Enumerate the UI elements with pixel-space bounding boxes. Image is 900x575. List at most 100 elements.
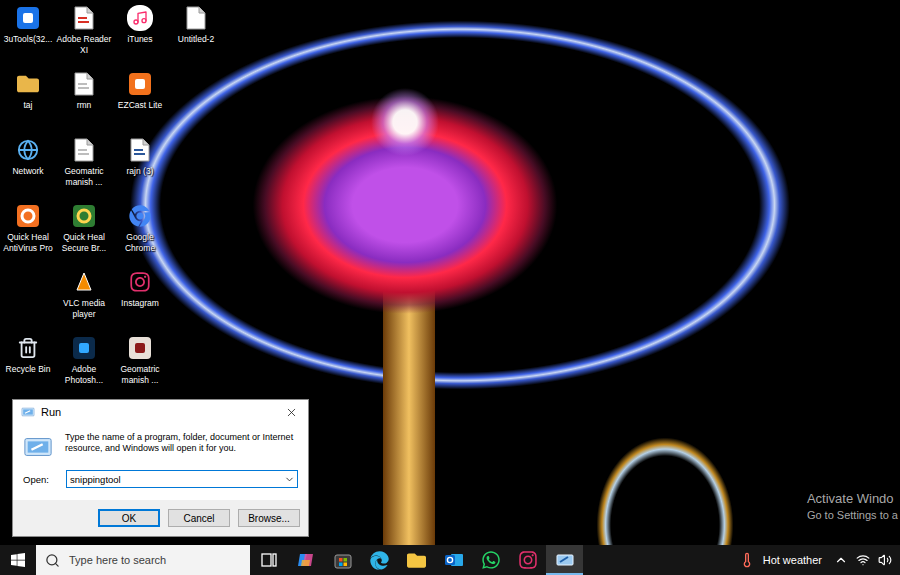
secure-browser-icon — [72, 204, 96, 228]
recycle-bin-icon — [17, 337, 39, 359]
dialog-button[interactable]: Cancel — [168, 509, 230, 527]
copilot-icon — [296, 550, 316, 570]
system-tray: Hot weather — [739, 545, 900, 575]
taskbar-app[interactable] — [509, 545, 546, 575]
open-row: Open: snippingtool — [23, 470, 298, 488]
desktop-icon-grid: 3uTools(32...Adobe Reader XIiTunesUntitl… — [0, 0, 900, 399]
close-icon — [285, 406, 298, 419]
desktop-icon[interactable]: Google Chrome — [112, 201, 168, 267]
whatsapp-icon — [481, 550, 501, 570]
screen: 3uTools(32...Adobe Reader XIiTunesUntitl… — [0, 0, 900, 575]
desktop: 3uTools(32...Adobe Reader XIiTunesUntitl… — [0, 0, 900, 545]
file-explorer-icon — [407, 551, 426, 570]
search-box[interactable]: Type here to search — [36, 545, 250, 575]
dialog-footer: OK Cancel Browse... — [13, 500, 308, 536]
desktop-icon[interactable]: rajn (3) — [112, 135, 168, 201]
desktop-icon[interactable]: Quick Heal Secure Br... — [56, 201, 112, 267]
photoshop-icon — [72, 336, 96, 360]
taskbar-app[interactable] — [546, 545, 583, 575]
weather-label[interactable]: Hot weather — [763, 554, 822, 566]
desktop-icon-label: Recycle Bin — [0, 364, 56, 375]
desktop-icon-image — [127, 137, 153, 163]
edge-icon — [370, 551, 389, 570]
taskbar-app[interactable] — [472, 545, 509, 575]
open-label: Open: — [23, 474, 60, 485]
music-icon — [127, 5, 153, 31]
activation-watermark: Activate WindoGo to Settings to a — [807, 491, 898, 521]
search-placeholder: Type here to search — [69, 554, 166, 566]
desktop-icon[interactable]: 3uTools(32... — [0, 3, 56, 69]
dialog-button[interactable]: OK — [98, 509, 160, 527]
dropdown-arrow-icon[interactable] — [284, 474, 295, 485]
instagram-icon — [518, 550, 538, 570]
chrome-icon — [129, 205, 151, 227]
desktop-icon[interactable]: Recycle Bin — [0, 333, 56, 399]
watermark-title: Activate Windo — [807, 491, 898, 506]
desktop-icon-label: Network — [0, 166, 56, 177]
desktop-icon-label: EZCast Lite — [112, 100, 168, 111]
network-icon — [17, 139, 39, 161]
search-icon — [45, 553, 60, 568]
desktop-icon-label: Untitled-2 — [168, 34, 224, 45]
chevron-up-icon[interactable] — [834, 553, 848, 567]
desktop-icon[interactable]: Untitled-2 — [168, 3, 224, 69]
desktop-icon-image — [15, 71, 41, 97]
desktop-icon-label: iTunes — [112, 34, 168, 45]
desktop-icon-image — [71, 5, 97, 31]
desktop-icon[interactable]: Adobe Photosh... — [56, 333, 112, 399]
desktop-icon[interactable]: Instagram — [112, 267, 168, 333]
taskbar-app[interactable] — [435, 545, 472, 575]
document-icon — [74, 6, 94, 30]
note-icon — [132, 10, 148, 26]
antivirus-icon — [16, 204, 40, 228]
taskbar-app[interactable] — [287, 545, 324, 575]
desktop-icon-label: Geomatric manish ... — [112, 364, 168, 386]
windows-logo-icon — [10, 552, 26, 568]
desktop-icon[interactable]: taj — [0, 69, 56, 135]
tools-app-icon — [16, 6, 40, 30]
document-icon — [74, 72, 94, 96]
desktop-icon-image — [15, 137, 41, 163]
open-input[interactable]: snippingtool — [66, 470, 298, 488]
desktop-icon[interactable]: rmn — [56, 69, 112, 135]
desktop-icon-label: Geomatric manish ... — [56, 166, 112, 188]
document-icon — [74, 138, 94, 162]
start-button[interactable] — [0, 545, 36, 575]
volume-icon[interactable] — [878, 553, 892, 567]
desktop-icon-image — [183, 5, 209, 31]
description-row: Type the name of a program, folder, docu… — [23, 432, 298, 462]
desktop-icon[interactable]: EZCast Lite — [112, 69, 168, 135]
task-view-icon — [260, 551, 278, 569]
taskbar-app[interactable] — [361, 545, 398, 575]
description: Type the name of a program, folder, docu… — [65, 432, 298, 454]
desktop-icon-image — [71, 269, 97, 295]
desktop-icon[interactable]: VLC media player — [56, 267, 112, 333]
taskbar-app[interactable] — [324, 545, 361, 575]
desktop-icon-image — [127, 203, 153, 229]
taskbar-app[interactable] — [398, 545, 435, 575]
desktop-icon[interactable]: iTunes — [112, 3, 168, 69]
desktop-icon-image — [127, 5, 153, 31]
network-icon[interactable] — [856, 553, 870, 567]
desktop-icon[interactable]: Geomatric manish ... — [112, 333, 168, 399]
desktop-icon-label: 3uTools(32... — [0, 34, 56, 45]
desktop-icon-image — [71, 203, 97, 229]
desktop-icon-image — [127, 269, 153, 295]
desktop-icon-image — [127, 335, 153, 361]
desktop-icon-image — [71, 335, 97, 361]
desktop-icon-image — [15, 203, 41, 229]
title-bar[interactable]: Run — [13, 400, 308, 424]
close-button[interactable] — [278, 403, 304, 421]
dialog-button[interactable]: Browse... — [238, 509, 300, 527]
document-icon — [186, 6, 206, 30]
taskbar-app[interactable] — [250, 545, 287, 575]
desktop-icon-label: Google Chrome — [112, 232, 168, 254]
thermometer-icon[interactable] — [739, 552, 755, 568]
desktop-icon-label: Quick Heal AntiVirus Pro — [0, 232, 56, 254]
input-value: snippingtool — [70, 474, 284, 485]
desktop-icon[interactable]: Quick Heal AntiVirus Pro — [0, 201, 56, 267]
desktop-icon[interactable]: Adobe Reader XI — [56, 3, 112, 69]
desktop-icon[interactable]: Network — [0, 135, 56, 201]
desktop-icon-label: rmn — [56, 100, 112, 111]
desktop-icon[interactable]: Geomatric manish ... — [56, 135, 112, 201]
